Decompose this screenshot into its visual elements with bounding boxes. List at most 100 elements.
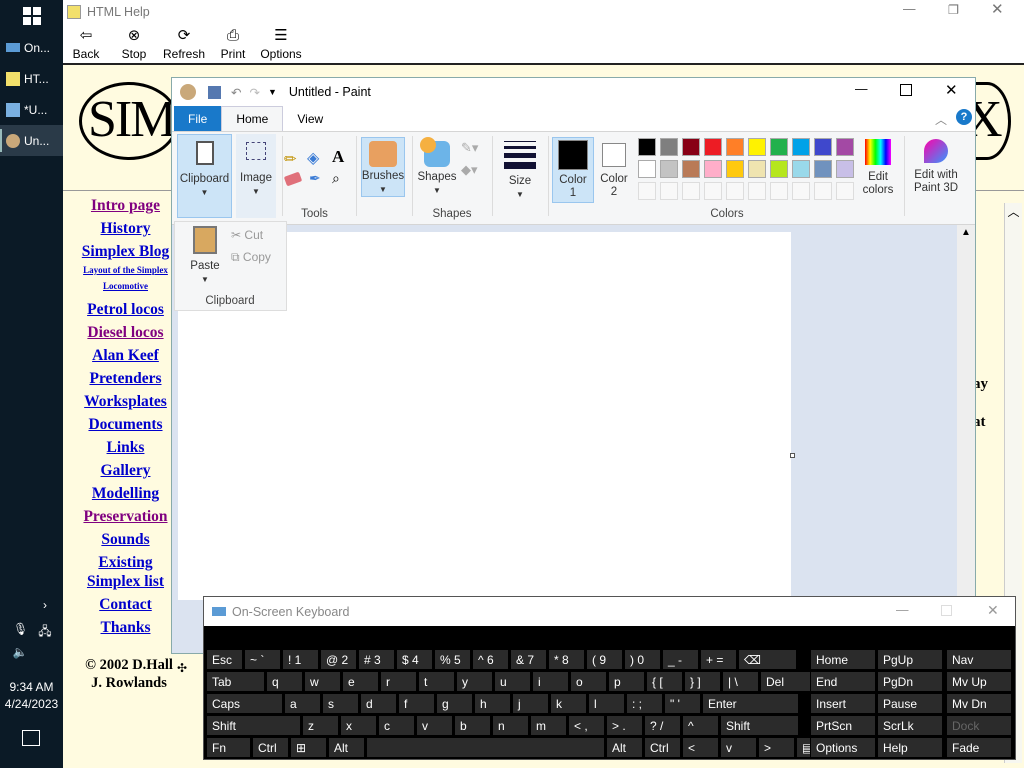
- nav-key[interactable]: Fade: [946, 737, 1012, 758]
- key[interactable]: | \: [722, 671, 759, 692]
- nav-key[interactable]: Home: [810, 649, 876, 670]
- nav-link[interactable]: Pretenders: [63, 370, 188, 388]
- image-button[interactable]: Image ▼: [236, 134, 276, 218]
- notifications-icon[interactable]: [22, 730, 40, 746]
- canvas-resize-handle[interactable]: [790, 453, 795, 458]
- shapes-button[interactable]: Shapes ▼: [415, 137, 459, 197]
- key[interactable]: % 5: [434, 649, 471, 670]
- nav-link[interactable]: Simplex Blog: [63, 243, 188, 261]
- minimize-button[interactable]: —: [855, 82, 868, 96]
- key[interactable]: v: [720, 737, 757, 758]
- nav-link[interactable]: Modelling: [63, 485, 188, 503]
- key[interactable]: x: [340, 715, 377, 736]
- nav-link[interactable]: Preservation: [63, 508, 188, 526]
- edit-with-paint3d-button[interactable]: Edit with Paint 3D: [908, 137, 964, 203]
- microphone-icon[interactable]: 🎙: [13, 622, 28, 636]
- key[interactable]: s: [322, 693, 359, 714]
- key[interactable]: w: [304, 671, 341, 692]
- help-icon[interactable]: ?: [956, 109, 972, 125]
- nav-key[interactable]: Nav: [946, 649, 1012, 670]
- key[interactable]: ⌫: [738, 649, 797, 670]
- nav-key[interactable]: Mv Up: [946, 671, 1012, 692]
- taskbar-item-notepad[interactable]: *U...: [0, 94, 63, 125]
- nav-link[interactable]: Intro page: [63, 197, 188, 215]
- quick-access-dropdown-icon[interactable]: ▼: [268, 87, 277, 97]
- tab-home[interactable]: Home: [221, 106, 284, 131]
- minimize-button[interactable]: —: [903, 2, 916, 16]
- key[interactable]: $ 4: [396, 649, 433, 670]
- key[interactable]: & 7: [510, 649, 547, 670]
- taskbar-item-html-help[interactable]: HT...: [0, 63, 63, 94]
- color-swatch[interactable]: [726, 160, 744, 178]
- nav-link[interactable]: History: [63, 220, 188, 238]
- color-swatch[interactable]: [792, 160, 810, 178]
- key[interactable]: q: [266, 671, 303, 692]
- key[interactable]: ? /: [644, 715, 681, 736]
- nav-link[interactable]: Existing: [63, 554, 188, 572]
- nav-key[interactable]: PrtScn: [810, 715, 876, 736]
- tab-view[interactable]: View: [283, 106, 337, 131]
- key[interactable]: Tab: [206, 671, 265, 692]
- key[interactable]: u: [494, 671, 531, 692]
- clock[interactable]: 9:34 AM 4/24/2023: [0, 680, 63, 711]
- color-swatch[interactable]: [660, 138, 678, 156]
- key[interactable]: : ;: [626, 693, 663, 714]
- nav-key[interactable]: Insert: [810, 693, 876, 714]
- key[interactable]: l: [588, 693, 625, 714]
- key[interactable]: n: [492, 715, 529, 736]
- key[interactable]: h: [474, 693, 511, 714]
- empty-color-swatch[interactable]: [748, 182, 766, 200]
- empty-color-swatch[interactable]: [704, 182, 722, 200]
- key[interactable]: >: [758, 737, 795, 758]
- key[interactable]: ! 1: [282, 649, 319, 670]
- magnifier-icon[interactable]: ⌕: [332, 170, 340, 187]
- fill-icon[interactable]: ◆▾: [461, 162, 478, 178]
- cut-button[interactable]: ✂ Cut: [231, 228, 263, 242]
- empty-color-swatch[interactable]: [792, 182, 810, 200]
- size-button[interactable]: Size ▼: [498, 137, 542, 199]
- key[interactable]: * 8: [548, 649, 585, 670]
- save-icon[interactable]: [208, 85, 221, 99]
- clipboard-button[interactable]: Clipboard ▼: [177, 134, 232, 218]
- color2-button[interactable]: Color 2: [596, 137, 632, 203]
- key[interactable]: # 3: [358, 649, 395, 670]
- color-swatch[interactable]: [682, 138, 700, 156]
- key[interactable]: o: [570, 671, 607, 692]
- key[interactable]: p: [608, 671, 645, 692]
- empty-color-swatch[interactable]: [682, 182, 700, 200]
- canvas-vertical-scrollbar[interactable]: ▲: [957, 225, 975, 653]
- key[interactable]: b: [454, 715, 491, 736]
- volume-icon[interactable]: 🔈: [11, 645, 29, 659]
- key[interactable]: f: [398, 693, 435, 714]
- nav-link[interactable]: Layout of the Simplex: [63, 265, 188, 275]
- nav-link[interactable]: Simplex list: [63, 573, 188, 591]
- nav-link[interactable]: Links: [63, 439, 188, 457]
- nav-link[interactable]: Gallery: [63, 462, 188, 480]
- color-swatch[interactable]: [770, 138, 788, 156]
- key[interactable]: + =: [700, 649, 737, 670]
- nav-link[interactable]: Petrol locos: [63, 301, 188, 319]
- color-swatch[interactable]: [748, 160, 766, 178]
- key[interactable]: ) 0: [624, 649, 661, 670]
- nav-key[interactable]: ScrLk: [877, 715, 943, 736]
- pencil-icon[interactable]: ✏: [284, 150, 297, 168]
- nav-key[interactable]: PgDn: [877, 671, 943, 692]
- key[interactable]: } ]: [684, 671, 721, 692]
- empty-color-swatch[interactable]: [814, 182, 832, 200]
- edit-colors-button[interactable]: Edit colors: [856, 137, 900, 203]
- redo-icon[interactable]: ↷: [249, 85, 259, 100]
- color-swatch[interactable]: [704, 138, 722, 156]
- color-swatch[interactable]: [836, 138, 854, 156]
- back-button[interactable]: ⇦ Back: [64, 25, 108, 63]
- key[interactable]: [366, 737, 605, 758]
- color-swatch[interactable]: [814, 138, 832, 156]
- minimize-button[interactable]: —: [896, 603, 909, 617]
- key[interactable]: k: [550, 693, 587, 714]
- key[interactable]: v: [416, 715, 453, 736]
- key[interactable]: ⊞: [290, 737, 327, 758]
- nav-key[interactable]: Help: [877, 737, 943, 758]
- nav-key[interactable]: End: [810, 671, 876, 692]
- network-icon[interactable]: 🖧: [36, 622, 54, 643]
- key[interactable]: " ': [664, 693, 701, 714]
- nav-key[interactable]: Options: [810, 737, 876, 758]
